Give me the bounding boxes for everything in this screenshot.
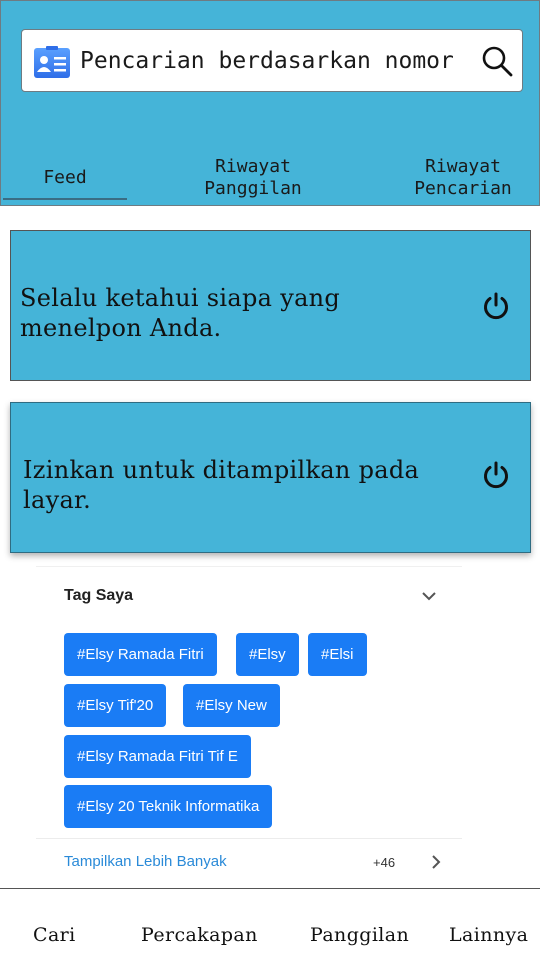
nav-lainnya[interactable]: Lainnya bbox=[449, 924, 528, 946]
power-icon[interactable] bbox=[481, 460, 511, 490]
tab-feed[interactable]: Feed bbox=[3, 167, 127, 189]
tag-chip[interactable]: #Elsy Ramada Fitri Tif E bbox=[64, 735, 251, 778]
nav-cari[interactable]: Cari bbox=[33, 924, 76, 946]
tag-chip[interactable]: #Elsy 20 Teknik Informatika bbox=[64, 785, 273, 828]
tab-label: Feed bbox=[43, 167, 87, 188]
tab-label-line1: Riwayat bbox=[425, 156, 501, 177]
tab-riwayat-panggilan[interactable]: Riwayat Panggilan bbox=[181, 156, 325, 200]
nav-panggilan[interactable]: Panggilan bbox=[310, 924, 409, 946]
search-icon[interactable] bbox=[480, 44, 514, 78]
tag-chip[interactable]: #Elsi bbox=[308, 633, 367, 676]
header: Feed Riwayat Panggilan Riwayat Pencarian bbox=[0, 0, 540, 206]
tag-chip[interactable]: #Elsy Ramada Fitri bbox=[64, 633, 217, 676]
nav-percakapan[interactable]: Percakapan bbox=[141, 924, 258, 946]
search-bar[interactable] bbox=[21, 29, 523, 92]
card-message: Selalu ketahui siapa yang menelpon Anda. bbox=[20, 284, 341, 342]
tag-chip[interactable]: #Elsy Tif'20 bbox=[64, 684, 167, 727]
chevron-down-icon[interactable] bbox=[420, 587, 438, 605]
search-input[interactable] bbox=[80, 30, 470, 91]
power-icon[interactable] bbox=[481, 291, 511, 321]
card-message: Izinkan untuk ditampilkan pada layar. bbox=[23, 456, 420, 514]
show-more-link[interactable]: Tampilkan Lebih Banyak bbox=[64, 853, 227, 870]
contact-card-icon[interactable] bbox=[34, 46, 70, 78]
tab-label-line1: Riwayat bbox=[215, 156, 291, 177]
tab-label-line2: Pencarian bbox=[414, 178, 512, 199]
more-count: +46 bbox=[373, 855, 396, 870]
tab-active-indicator bbox=[3, 198, 127, 200]
bottom-nav-divider bbox=[0, 888, 540, 889]
overlay-permission-card[interactable]: Izinkan untuk ditampilkan pada layar. bbox=[10, 402, 531, 553]
chevron-right-icon[interactable] bbox=[428, 853, 444, 871]
my-tags-panel: Tag Saya #Elsy Ramada Fitri #Elsy #Elsi … bbox=[36, 566, 462, 888]
divider bbox=[36, 838, 462, 839]
caller-id-card[interactable]: Selalu ketahui siapa yang menelpon Anda. bbox=[10, 230, 531, 381]
tab-label-line2: Panggilan bbox=[204, 178, 302, 199]
tag-chip[interactable]: #Elsy New bbox=[183, 684, 280, 727]
tag-chip[interactable]: #Elsy bbox=[236, 633, 299, 676]
tags-title: Tag Saya bbox=[64, 587, 134, 604]
tab-riwayat-pencarian[interactable]: Riwayat Pencarian bbox=[393, 156, 533, 200]
